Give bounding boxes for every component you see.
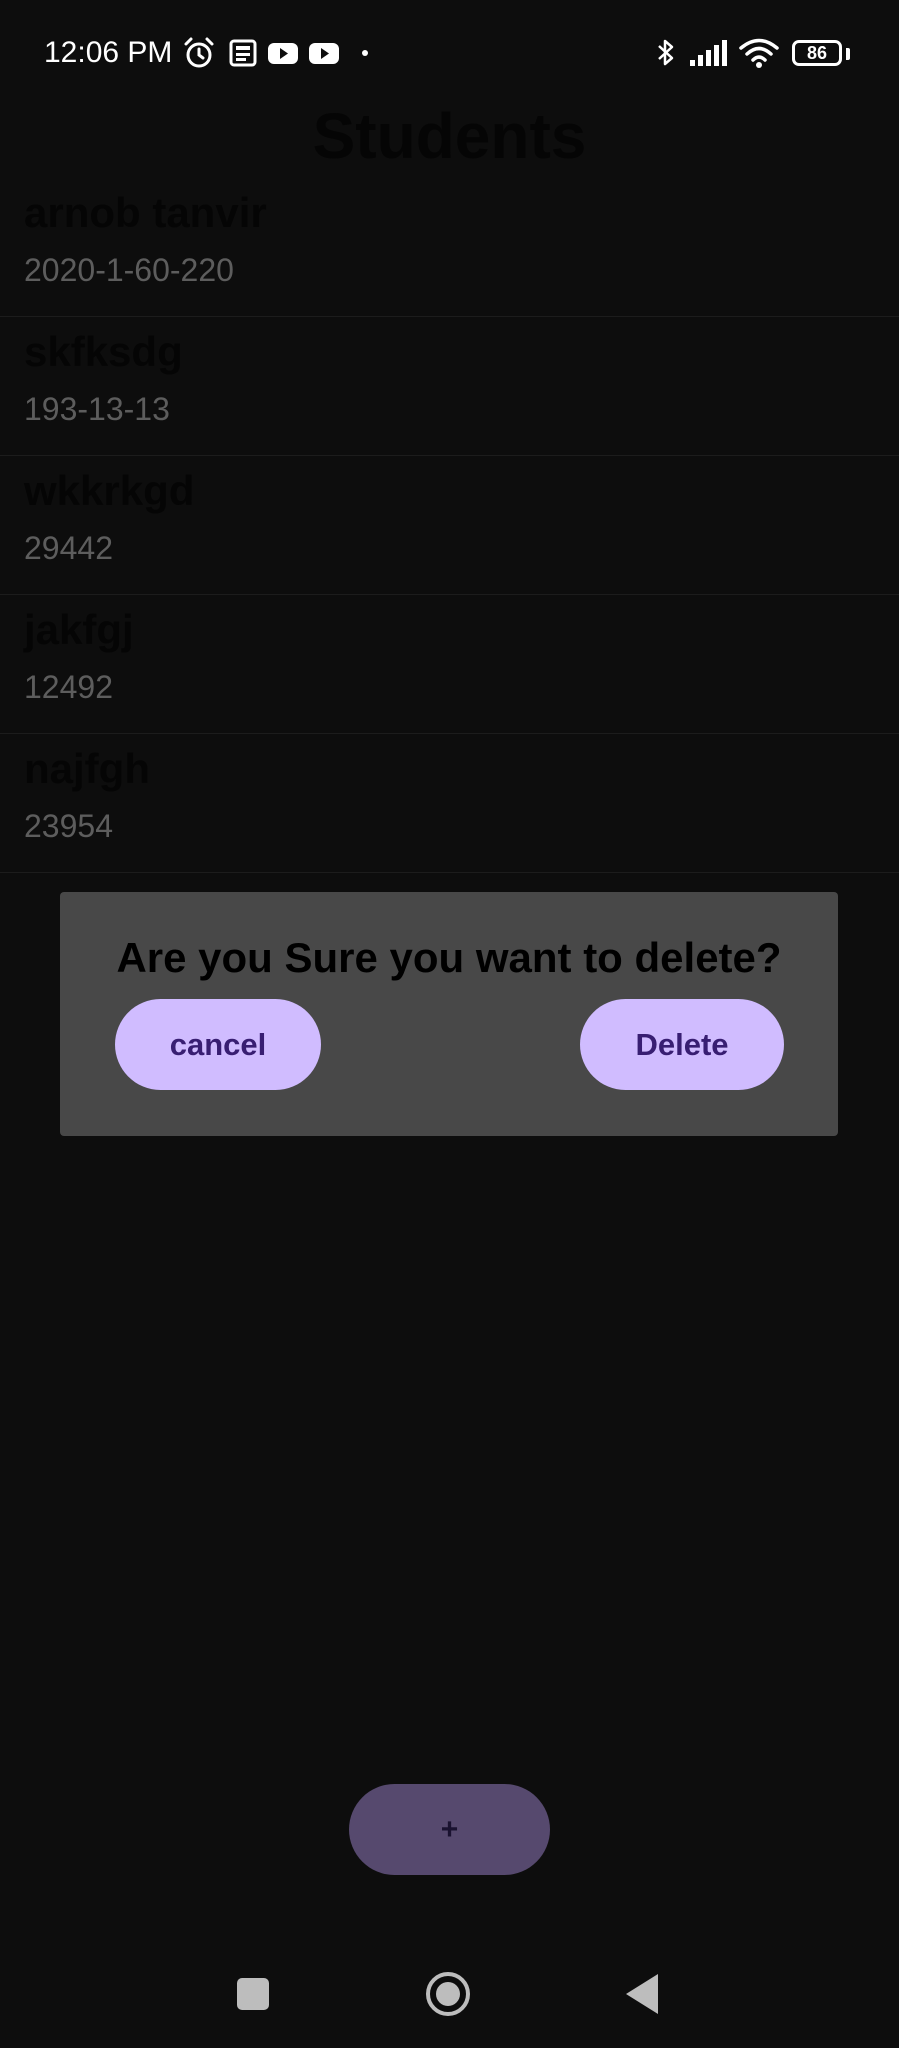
battery-tip xyxy=(846,48,850,60)
student-name: jakfgj xyxy=(24,606,134,653)
wifi-icon xyxy=(739,38,779,68)
news-icon xyxy=(229,39,257,67)
screen: Students arnob tanvir 2020-1-60-220 skfk… xyxy=(0,0,899,2048)
signal-icon xyxy=(690,40,727,66)
list-item[interactable]: jakfgj 12492 xyxy=(0,595,899,734)
status-bar: 12:06 PM 86 xyxy=(0,0,899,110)
add-student-button[interactable]: + xyxy=(349,1784,550,1875)
student-id: 193-13-13 xyxy=(24,391,170,427)
list-item[interactable]: skfksdg 193-13-13 xyxy=(0,317,899,456)
student-id: 29442 xyxy=(24,530,113,566)
youtube-icon xyxy=(309,43,339,64)
student-name: skfksdg xyxy=(24,328,183,375)
list-item[interactable]: wkkrkgd 29442 xyxy=(0,456,899,595)
cancel-button[interactable]: cancel xyxy=(115,999,321,1090)
student-name: wkkrkgd xyxy=(24,467,195,514)
battery-level: 86 xyxy=(806,43,828,63)
back-triangle-icon[interactable] xyxy=(626,1974,658,2014)
list-item[interactable]: najfgh 23954 xyxy=(0,734,899,873)
list-item[interactable]: arnob tanvir 2020-1-60-220 xyxy=(0,178,899,317)
dialog-message: Are you Sure you want to delete? xyxy=(116,934,782,981)
student-name: arnob tanvir xyxy=(24,189,267,236)
home-inner-dot xyxy=(436,1982,460,2006)
delete-button[interactable]: Delete xyxy=(580,999,784,1090)
youtube-icon xyxy=(268,43,298,64)
alarm-icon xyxy=(184,37,214,68)
delete-confirm-dialog: Are you Sure you want to delete? cancel … xyxy=(60,892,838,1136)
notification-dot xyxy=(362,50,368,56)
student-id: 2020-1-60-220 xyxy=(24,252,234,288)
student-id: 12492 xyxy=(24,669,113,705)
bluetooth-icon xyxy=(658,39,674,66)
status-time: 12:06 PM xyxy=(44,36,173,69)
student-list: arnob tanvir 2020-1-60-220 skfksdg 193-1… xyxy=(0,178,899,873)
student-id: 23954 xyxy=(24,808,113,844)
recents-square-icon[interactable] xyxy=(237,1978,269,2010)
student-name: najfgh xyxy=(24,745,150,792)
